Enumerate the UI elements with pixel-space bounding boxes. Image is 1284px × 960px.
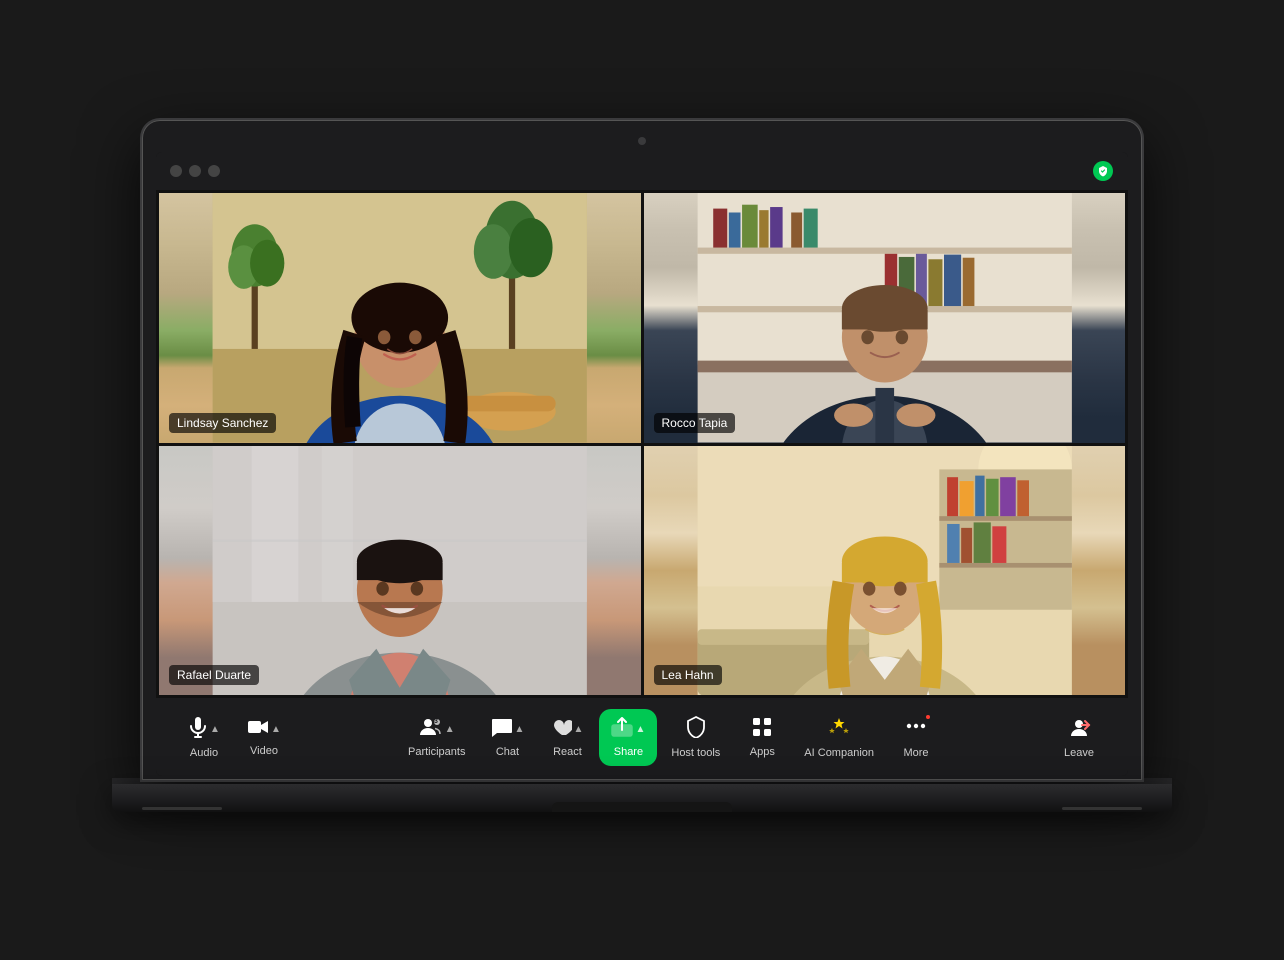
- top-bar: [156, 152, 1128, 190]
- leave-label: Leave: [1064, 747, 1094, 759]
- video-icon: [247, 718, 269, 740]
- react-label: React: [553, 746, 582, 758]
- svg-text:3: 3: [434, 718, 438, 725]
- maximize-button[interactable]: [208, 165, 220, 177]
- video-cell-lindsay: Lindsay Sanchez: [159, 193, 641, 443]
- toolbar-center-group: 3 ▲ Participants: [398, 707, 944, 767]
- security-icon-container: [1092, 160, 1114, 182]
- screen: Lindsay Sanchez: [156, 152, 1128, 776]
- audio-label: Audio: [190, 747, 218, 759]
- audio-icon-row: ▲: [188, 716, 220, 742]
- share-label: Share: [614, 746, 643, 758]
- react-chevron: ▲: [574, 724, 584, 735]
- apps-label: Apps: [750, 746, 775, 758]
- more-badge-dot: [924, 713, 932, 721]
- apps-button[interactable]: Apps: [734, 709, 790, 766]
- ai-companion-label: AI Companion: [804, 747, 874, 759]
- camera-area: [156, 134, 1128, 148]
- share-chevron: ▲: [635, 724, 645, 735]
- share-button[interactable]: ▲ Share: [599, 709, 657, 766]
- ai-companion-icon-row: [828, 716, 850, 742]
- chat-icon-row: ▲: [491, 717, 525, 741]
- audio-button[interactable]: ▲ Audio: [176, 708, 232, 767]
- audio-chevron: ▲: [210, 724, 220, 735]
- chat-chevron: ▲: [515, 724, 525, 735]
- minimize-button[interactable]: [189, 165, 201, 177]
- more-icon: [904, 720, 928, 742]
- host-tools-label: Host tools: [671, 747, 720, 759]
- leave-icon: [1067, 716, 1091, 742]
- video-cell-lea: Lea Hahn: [644, 446, 1126, 696]
- laptop-base: [112, 784, 1172, 812]
- react-icon-row: ▲: [552, 717, 584, 741]
- participants-button[interactable]: 3 ▲ Participants: [398, 709, 475, 766]
- screen-bezel: Lindsay Sanchez: [142, 120, 1142, 780]
- more-label: More: [903, 747, 928, 759]
- react-button[interactable]: ▲ React: [539, 709, 595, 766]
- chat-label: Chat: [496, 746, 519, 758]
- security-shield-icon: [1093, 161, 1113, 181]
- share-icon: [611, 717, 633, 741]
- camera: [638, 137, 646, 145]
- video-icon-row: ▲: [247, 718, 281, 740]
- toolbar: ▲ Audio ▲: [156, 698, 1128, 776]
- participants-chevron: ▲: [445, 724, 455, 735]
- ai-companion-button[interactable]: AI Companion: [794, 708, 884, 767]
- participants-icon-row: 3 ▲: [419, 717, 455, 741]
- toolbar-left-group: ▲ Audio ▲: [176, 708, 292, 767]
- host-tools-icon-row: [686, 716, 706, 742]
- laptop-foot-left: [142, 807, 222, 810]
- laptop-notch: [552, 802, 732, 812]
- leave-button[interactable]: Leave: [1050, 708, 1108, 767]
- share-icon-row: ▲: [611, 717, 645, 741]
- host-tools-button[interactable]: Host tools: [661, 708, 730, 767]
- chat-button[interactable]: ▲ Chat: [479, 709, 535, 766]
- host-tools-icon: [686, 716, 706, 742]
- more-icon-row: [904, 715, 928, 742]
- laptop-container: Lindsay Sanchez: [92, 120, 1192, 840]
- video-cell-rocco: Rocco Tapia: [644, 193, 1126, 443]
- video-cell-rafael: Rafael Duarte: [159, 446, 641, 696]
- video-grid: Lindsay Sanchez: [156, 190, 1128, 698]
- video-label: Video: [250, 745, 278, 757]
- close-button[interactable]: [170, 165, 182, 177]
- apps-icon-row: [752, 717, 772, 741]
- participant-label-rafael: Rafael Duarte: [169, 665, 259, 685]
- chat-icon: [491, 717, 513, 741]
- participant-label-lindsay: Lindsay Sanchez: [169, 413, 276, 433]
- react-icon: [552, 717, 572, 741]
- participants-label: Participants: [408, 746, 465, 758]
- mic-icon: [188, 716, 208, 742]
- apps-icon: [752, 717, 772, 741]
- more-button[interactable]: More: [888, 707, 944, 767]
- participant-label-rocco: Rocco Tapia: [654, 413, 736, 433]
- participants-icon: 3: [419, 717, 443, 741]
- video-chevron: ▲: [271, 724, 281, 735]
- video-button[interactable]: ▲ Video: [236, 710, 292, 765]
- traffic-lights: [170, 165, 220, 177]
- laptop-foot-right: [1062, 807, 1142, 810]
- more-badge: [904, 715, 928, 742]
- participant-label-lea: Lea Hahn: [654, 665, 722, 685]
- ai-companion-icon: [828, 716, 850, 742]
